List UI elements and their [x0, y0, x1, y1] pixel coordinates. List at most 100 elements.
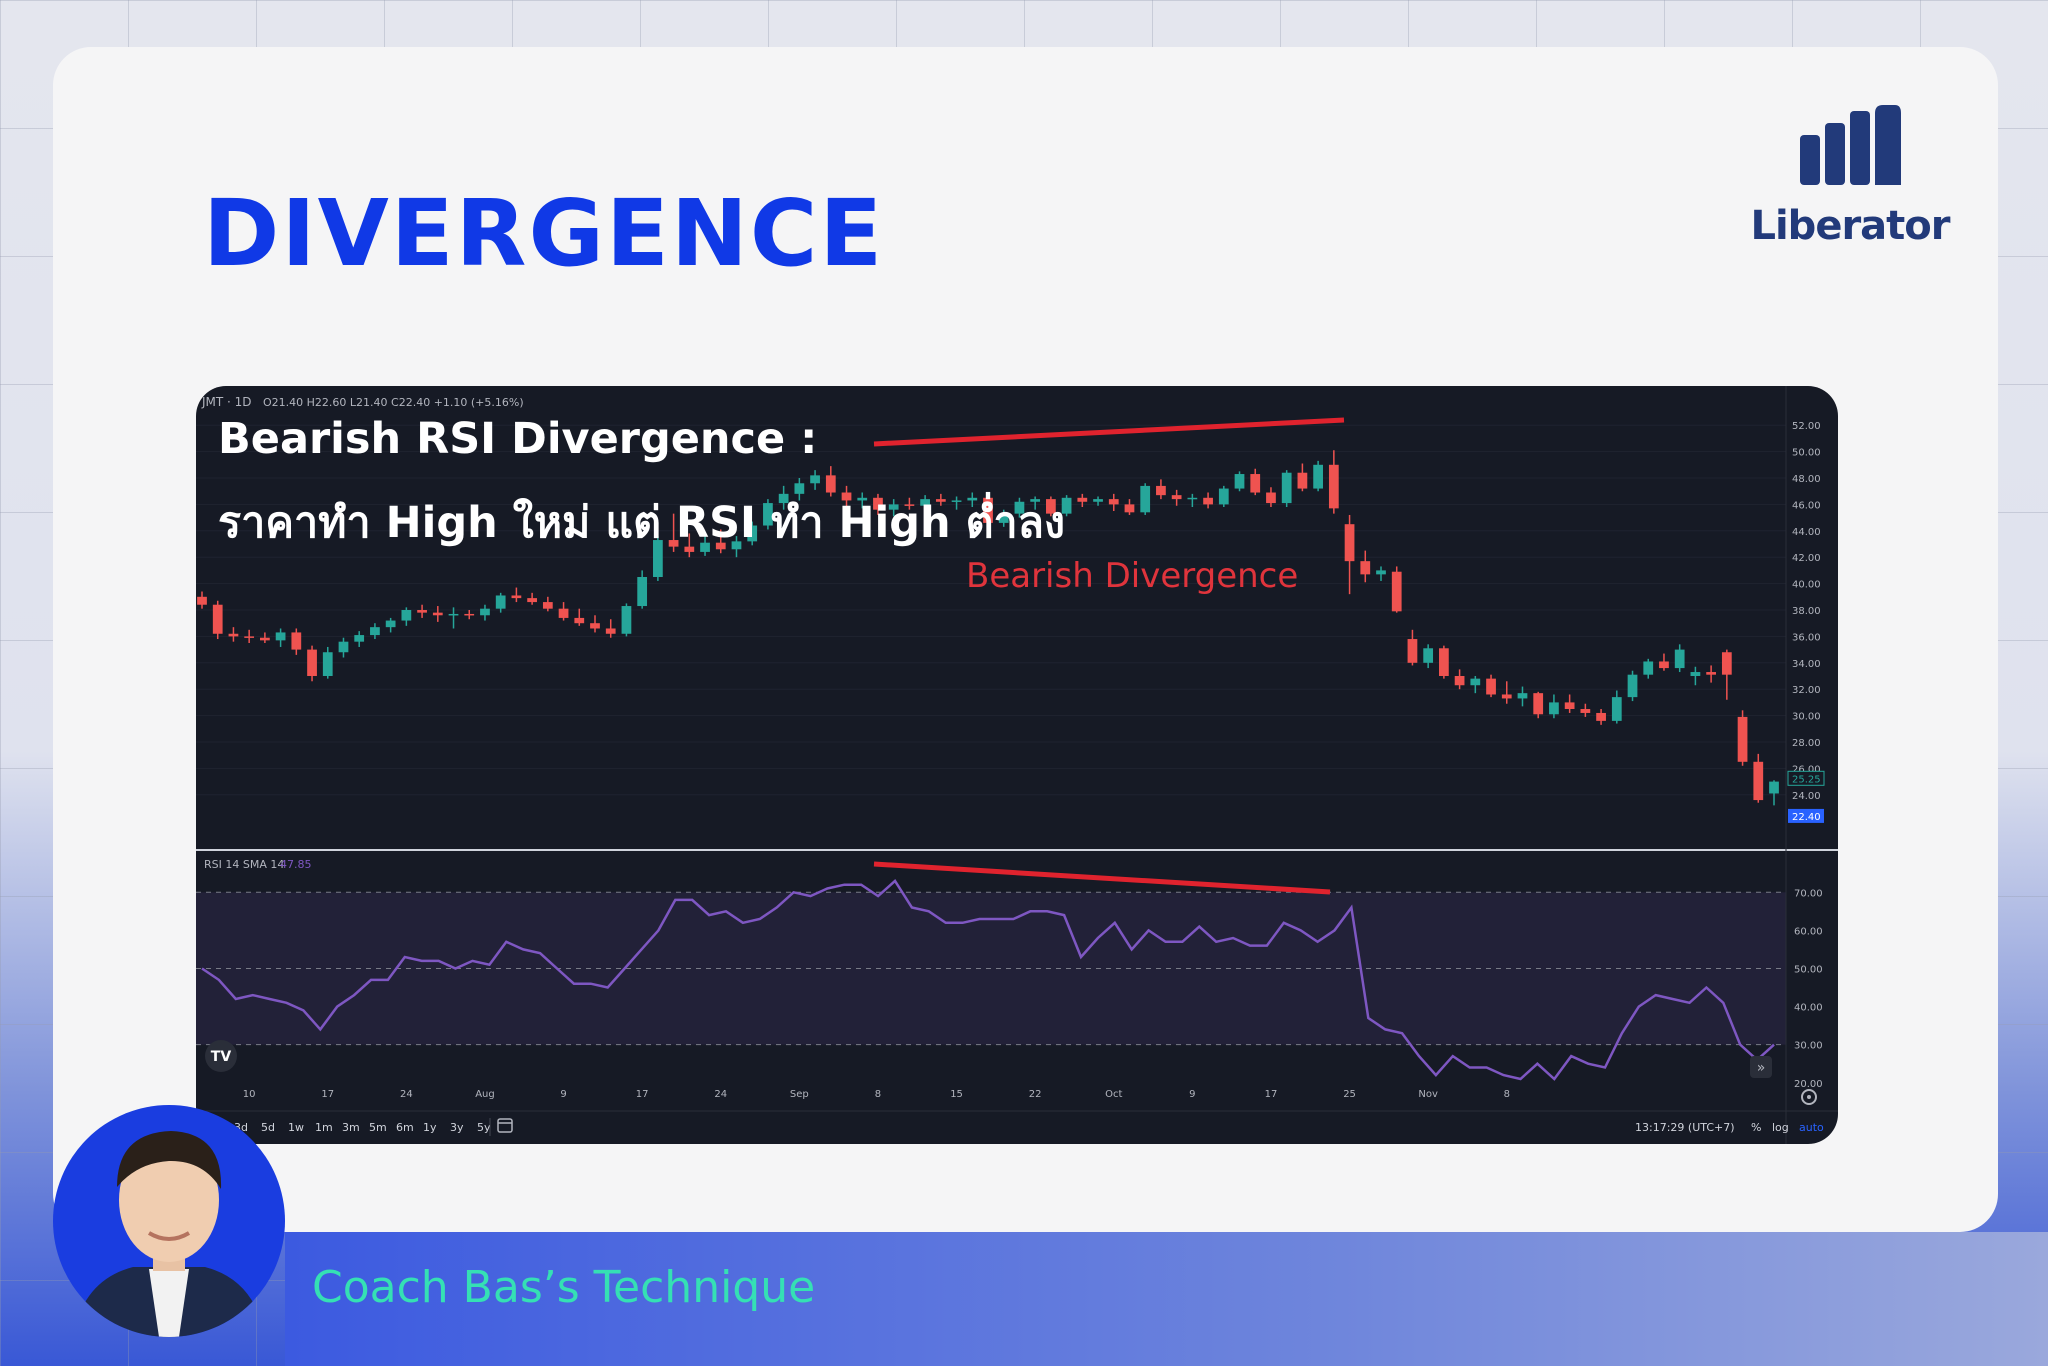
candle-body: [1533, 693, 1544, 715]
range-button-1w[interactable]: 1w: [288, 1121, 304, 1134]
rsi-value: 47.85: [280, 858, 312, 871]
candle-body: [1580, 709, 1591, 713]
price-label-close: 22.40: [1792, 812, 1821, 823]
x-tick-label: 24: [714, 1089, 727, 1100]
footer-caption: Coach Bas’s Technique: [312, 1262, 816, 1313]
candle-body: [1596, 712, 1606, 721]
price-tick-label: 50.00: [1792, 448, 1821, 459]
candle-body: [1077, 497, 1088, 502]
liberator-logo-icon: [1800, 105, 1901, 198]
x-tick-label: 17: [1265, 1089, 1278, 1100]
brand-logo: Liberator: [1745, 105, 1955, 255]
candle-body: [621, 606, 632, 634]
candle-body: [228, 633, 239, 637]
rsi-tick-label: 40.00: [1794, 1003, 1823, 1014]
svg-text:TV: TV: [211, 1049, 232, 1065]
price-tick-label: 46.00: [1792, 500, 1821, 511]
candle-body: [1753, 761, 1764, 801]
candle-body: [1266, 492, 1276, 504]
range-button-3m[interactable]: 3m: [342, 1121, 360, 1134]
chart-frame: 52.00 50.00 48.00 46.00 44.00 42.00 40.00 38.00…: [196, 386, 1838, 1144]
x-tick-label: 9: [560, 1089, 566, 1100]
candle-body: [1721, 652, 1732, 675]
range-button-5m[interactable]: 5m: [369, 1121, 387, 1134]
candle-body: [1706, 672, 1716, 675]
range-button-5y[interactable]: 5y: [477, 1121, 491, 1134]
candle-body: [291, 632, 302, 650]
candle-body: [212, 604, 223, 634]
candle-body: [1218, 488, 1229, 505]
candle-body: [1564, 702, 1575, 709]
candle-body: [511, 595, 522, 599]
settings-icon[interactable]: [1801, 1089, 1817, 1105]
x-tick-label: Aug: [475, 1089, 495, 1100]
clock-readout: 13:17:29 (UTC+7): [1635, 1121, 1735, 1134]
candle-body: [464, 613, 475, 616]
candle-body: [810, 475, 820, 484]
candle-body: [370, 627, 380, 636]
candle-body: [1501, 694, 1512, 699]
candle-body: [1360, 561, 1371, 575]
range-button-1m[interactable]: 1m: [315, 1121, 333, 1134]
price-tick-label: 36.00: [1792, 632, 1821, 643]
rsi-tick-label: 70.00: [1794, 888, 1823, 899]
x-tick-label: 10: [243, 1089, 256, 1100]
price-tick-label: 52.00: [1792, 421, 1821, 432]
x-tick-label: Nov: [1418, 1089, 1438, 1100]
candle-body: [1627, 674, 1638, 698]
candle-body: [1659, 661, 1669, 669]
x-tick-label: Sep: [790, 1089, 809, 1100]
candle-body: [1140, 485, 1151, 513]
rsi-legend: RSI 14 SMA 14: [204, 858, 284, 871]
range-button-6m[interactable]: 6m: [396, 1121, 414, 1134]
candle-body: [1737, 716, 1748, 762]
rsi-tick-label: 60.00: [1794, 926, 1823, 937]
candle-body: [1486, 678, 1496, 695]
candle-body: [1124, 504, 1135, 513]
candle-body: [1674, 649, 1685, 669]
candle-body: [1407, 639, 1418, 663]
candle-body: [1454, 676, 1465, 686]
candle-body: [448, 613, 459, 616]
candle-body: [275, 632, 286, 641]
avatar: [53, 1105, 285, 1337]
auto-toggle[interactable]: auto: [1799, 1121, 1824, 1134]
candle-body: [1281, 472, 1292, 504]
slide-title: DIVERGENCE: [203, 180, 885, 287]
candle-body: [432, 612, 443, 616]
candle-body: [1328, 464, 1339, 509]
candle-body: [1690, 672, 1701, 676]
range-button-1y[interactable]: 1y: [423, 1121, 437, 1134]
rsi-trendline: [873, 861, 1331, 895]
scroll-right-icon[interactable]: »: [1750, 1056, 1772, 1078]
rsi-tick-label: 30.00: [1794, 1041, 1823, 1052]
candle-body: [1297, 472, 1308, 489]
price-tick-label: 42.00: [1792, 553, 1821, 564]
price-tick-label: 38.00: [1792, 606, 1821, 617]
tradingview-logo-icon[interactable]: TV: [205, 1040, 237, 1072]
log-toggle[interactable]: log: [1772, 1121, 1789, 1134]
x-tick-label: 17: [636, 1089, 649, 1100]
percent-toggle[interactable]: %: [1751, 1121, 1761, 1134]
candle-body: [1470, 678, 1481, 686]
candle-body: [401, 610, 412, 621]
price-trendline: [873, 417, 1345, 447]
calendar-range-icon[interactable]: [497, 1118, 513, 1133]
candle-body: [605, 628, 616, 634]
candle-body: [244, 636, 255, 638]
candle-body: [1391, 571, 1402, 612]
x-tick-label: 17: [321, 1089, 334, 1100]
range-button-3y[interactable]: 3y: [450, 1121, 464, 1134]
price-tick-label: 28.00: [1792, 738, 1821, 749]
candle-body: [1439, 648, 1449, 676]
candle-body: [1187, 497, 1198, 500]
ohlc-readout: O21.40 H22.60 L21.40 C22.40 +1.10 (+5.16…: [263, 396, 524, 409]
svg-text:»: »: [1757, 1060, 1766, 1076]
price-tick-label: 32.00: [1792, 685, 1821, 696]
range-button-5d[interactable]: 5d: [261, 1121, 275, 1134]
candle-body: [1643, 661, 1654, 675]
candle-body: [1344, 524, 1355, 562]
candle-body: [480, 608, 490, 616]
x-tick-label: 25: [1343, 1089, 1356, 1100]
candle-body: [495, 595, 506, 609]
